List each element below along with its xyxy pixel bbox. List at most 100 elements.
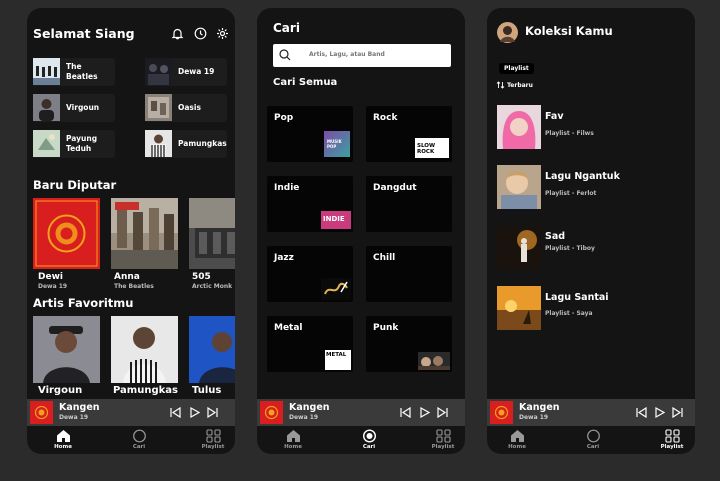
next-icon[interactable] — [436, 406, 449, 419]
nav-home-label: Home — [54, 444, 72, 450]
now-playing-bar[interactable]: Kangen Dewa 19 — [27, 399, 235, 426]
nav-playlist[interactable]: Playlist — [652, 429, 692, 450]
playlist-cover-lagu-santai[interactable] — [497, 286, 541, 330]
sort-control[interactable]: Terbaru — [496, 81, 533, 89]
search-icon — [586, 429, 600, 443]
home-icon — [56, 430, 70, 442]
now-playing-bar[interactable]: Kangen Dewa 19 — [257, 399, 465, 426]
artist-name: Virgoun — [38, 385, 83, 396]
album-art-anna[interactable] — [111, 198, 178, 269]
genre-art-metal: METAL — [325, 350, 351, 370]
sort-arrows-icon — [496, 81, 505, 89]
nav-home[interactable]: Home — [497, 429, 537, 450]
album-art-505[interactable] — [189, 198, 235, 269]
artist-photo-tulus[interactable] — [189, 316, 235, 383]
nav-playlist[interactable]: Playlist — [423, 429, 463, 450]
artist-name: Tulus — [192, 385, 222, 396]
playlist-name: Fav — [545, 111, 564, 122]
quick-pick-card[interactable]: Virgoun — [33, 94, 115, 122]
genre-card-punk[interactable]: Punk — [366, 316, 452, 372]
play-icon[interactable] — [418, 406, 431, 419]
genre-card-pop[interactable]: Pop MUSIK POP — [267, 106, 353, 162]
home-icon — [510, 430, 524, 442]
now-playing-bar[interactable]: Kangen Dewa 19 — [487, 399, 695, 426]
bottom-nav: Home Cari Playlist — [487, 426, 695, 454]
quick-pick-label: Payung Teduh — [66, 133, 98, 153]
nav-search[interactable]: Cari — [349, 429, 389, 450]
quick-pick-card[interactable]: Dewa 19 — [145, 58, 227, 86]
play-icon[interactable] — [653, 406, 666, 419]
now-playing-title: Kangen — [519, 402, 560, 413]
bottom-nav: Home Cari Playlist — [257, 426, 465, 454]
sort-label: Terbaru — [507, 81, 533, 89]
nav-search-label: Cari — [132, 444, 146, 450]
nav-home[interactable]: Home — [43, 429, 83, 450]
avatar[interactable] — [497, 22, 518, 43]
genre-card-rock[interactable]: Rock SLOW ROCK — [366, 106, 452, 162]
artist-photo-virgoun[interactable] — [33, 316, 100, 383]
playlist-subtitle: Playlist - Saya — [545, 310, 593, 317]
nav-playlist-label: Playlist — [201, 444, 225, 450]
genre-art-text: METAL — [326, 352, 347, 358]
bell-icon[interactable] — [171, 27, 184, 40]
genre-label: Punk — [373, 323, 399, 333]
settings-gear-icon[interactable] — [216, 27, 229, 40]
nav-playlist[interactable]: Playlist — [193, 429, 233, 450]
album-title: 505 — [192, 272, 211, 282]
previous-icon[interactable] — [169, 406, 182, 419]
playlist-cover-sad[interactable] — [497, 226, 541, 270]
quick-pick-card[interactable]: Payung Teduh — [33, 130, 115, 158]
quick-pick-label: Pamungkas — [178, 138, 227, 148]
nav-search[interactable]: Cari — [573, 429, 613, 450]
artist-photo-pamungkas[interactable] — [111, 316, 178, 383]
history-clock-icon[interactable] — [194, 27, 207, 40]
favorite-artists-title: Artis Favoritmu — [33, 296, 134, 310]
genre-card-indie[interactable]: Indie INDIE — [267, 176, 353, 232]
now-playing-title: Kangen — [59, 402, 100, 413]
genre-card-metal[interactable]: Metal METAL — [267, 316, 353, 372]
playlist-subtitle: Playlist - Filws — [545, 130, 594, 137]
genre-label: Metal — [274, 323, 303, 333]
nav-playlist-label: Playlist — [431, 444, 455, 450]
genre-art-pop: MUSIK POP — [324, 131, 350, 157]
grid-icon — [205, 429, 221, 443]
library-title: Koleksi Kamu — [525, 24, 613, 38]
genre-card-jazz[interactable]: Jazz — [267, 246, 353, 302]
quick-pick-card[interactable]: The Beatles — [33, 58, 115, 86]
quick-pick-card[interactable]: Pamungkas — [145, 130, 227, 158]
previous-icon[interactable] — [635, 406, 648, 419]
genre-card-dangdut[interactable]: Dangdut — [366, 176, 452, 232]
genre-label: Jazz — [274, 253, 294, 263]
filter-chip-playlist[interactable]: Playlist — [499, 63, 534, 74]
play-icon[interactable] — [188, 406, 201, 419]
now-playing-art — [490, 401, 513, 424]
quick-pick-label: The Beatles — [66, 61, 98, 81]
recent-section-title: Baru Diputar — [33, 178, 117, 192]
genre-label: Dangdut — [373, 183, 417, 193]
genre-label: Indie — [274, 183, 300, 193]
genre-art-punk — [418, 352, 450, 370]
genre-art-text: SLOW ROCK — [417, 143, 436, 155]
search-input[interactable]: Artis, Lagu, atau Band — [273, 44, 451, 67]
quick-pick-card[interactable]: Oasis — [145, 94, 227, 122]
nav-search-label: Cari — [362, 444, 376, 450]
artist-photo-pamungkas — [145, 130, 172, 157]
album-art-dewa-19 — [145, 58, 172, 85]
nav-search[interactable]: Cari — [119, 429, 159, 450]
genre-card-chill[interactable]: Chill — [366, 246, 452, 302]
nav-home-label: Home — [508, 444, 526, 450]
album-art-dewi[interactable] — [33, 198, 100, 269]
playlist-cover-lagu-ngantuk[interactable] — [497, 165, 541, 209]
playlist-name: Lagu Ngantuk — [545, 171, 620, 182]
search-placeholder: Artis, Lagu, atau Band — [309, 51, 385, 58]
home-icon — [286, 430, 300, 442]
quick-pick-label: Dewa 19 — [178, 66, 215, 76]
nav-home[interactable]: Home — [273, 429, 313, 450]
album-artist: The Beatles — [114, 283, 154, 290]
next-icon[interactable] — [671, 406, 684, 419]
previous-icon[interactable] — [399, 406, 412, 419]
next-icon[interactable] — [206, 406, 219, 419]
playlist-name: Lagu Santai — [545, 292, 609, 303]
playlist-cover-fav[interactable] — [497, 105, 541, 149]
greeting-title: Selamat Siang — [33, 26, 135, 41]
